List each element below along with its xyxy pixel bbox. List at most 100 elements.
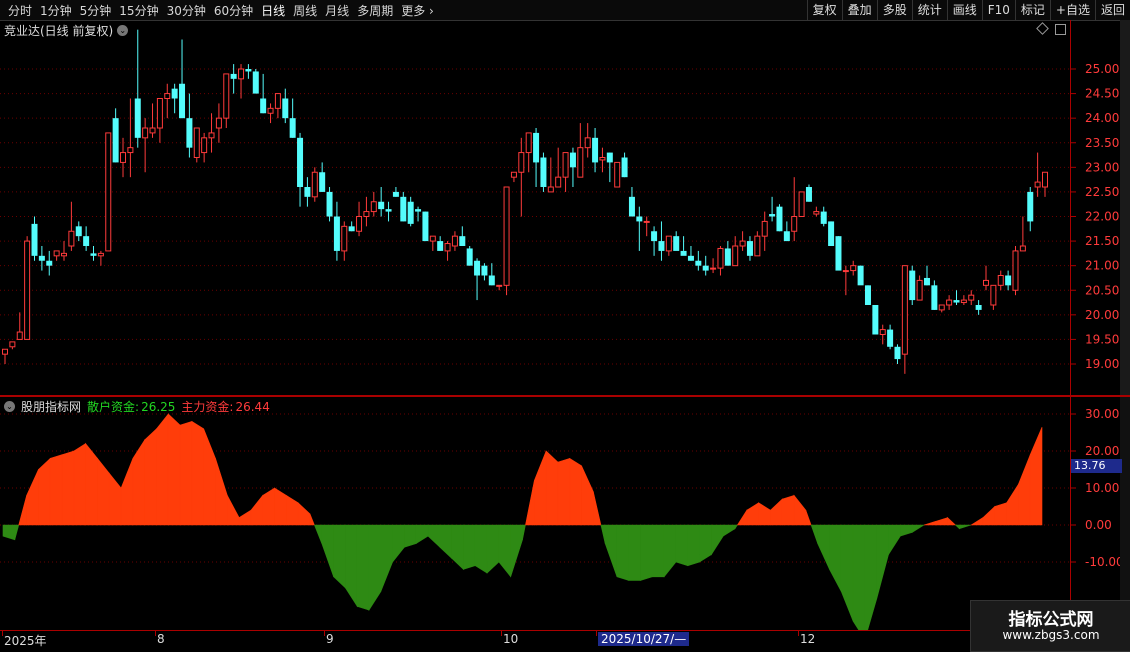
tool-button-7[interactable]: +自选 — [1049, 0, 1095, 20]
candle — [474, 258, 481, 301]
candle-body — [555, 176, 562, 188]
indicator-area — [616, 524, 630, 581]
period-tab-1[interactable]: 1分钟 — [36, 2, 76, 19]
indicator-area — [994, 502, 1007, 526]
indicator-area — [817, 524, 830, 570]
period-tab-2[interactable]: 5分钟 — [76, 2, 116, 19]
candle — [916, 275, 923, 301]
candle — [356, 201, 363, 237]
candle — [739, 231, 746, 251]
candle — [665, 235, 672, 256]
indicator-area — [227, 495, 240, 526]
indicator-area — [888, 524, 901, 556]
candle-body — [975, 305, 982, 310]
candle-body — [297, 137, 304, 187]
tool-buttons: 复权 叠加 多股 统计 画线 F10 标记 +自选 返回 — [806, 0, 1130, 20]
tool-button-2[interactable]: 多股 — [876, 0, 912, 20]
candle — [378, 187, 385, 217]
candle — [38, 246, 45, 271]
indicator-area — [380, 524, 393, 592]
price-tick-label: 19.50 — [1085, 332, 1119, 346]
tool-button-4[interactable]: 画线 — [946, 0, 982, 20]
indicator-area — [38, 457, 51, 526]
candle-body — [356, 216, 363, 232]
indicator-area — [321, 524, 334, 577]
candle — [975, 300, 982, 315]
indicator-area — [97, 457, 110, 526]
indicator-area — [297, 502, 311, 526]
tool-button-1[interactable]: 叠加 — [841, 0, 877, 20]
tool-button-3[interactable]: 统计 — [911, 0, 947, 20]
indicator-area — [415, 524, 429, 545]
candle-body — [599, 157, 606, 161]
indicator-area — [451, 524, 464, 571]
candle — [348, 221, 355, 232]
candle — [938, 304, 945, 313]
candle — [680, 236, 687, 256]
candle-body — [46, 260, 53, 266]
period-tab-7[interactable]: 周线 — [289, 2, 321, 19]
candle — [311, 167, 318, 202]
period-tab-10[interactable]: 更多 › — [397, 2, 438, 19]
indicator-area — [557, 457, 571, 526]
price-tick-label: 23.00 — [1085, 160, 1119, 174]
candle — [1042, 171, 1048, 197]
candle — [562, 152, 569, 192]
period-tab-4[interactable]: 30分钟 — [163, 2, 210, 19]
date-tick — [2, 631, 3, 636]
period-tab-6[interactable]: 日线 — [257, 2, 289, 19]
candle — [901, 265, 908, 374]
indicator-area — [85, 442, 98, 526]
candle — [127, 98, 134, 178]
candle-body — [628, 196, 635, 217]
candle-body — [850, 265, 857, 272]
ind-tick-label: 0.00 — [1085, 518, 1112, 532]
tool-button-0[interactable]: 复权 — [806, 0, 842, 20]
candle-body — [717, 247, 724, 269]
candle-body — [164, 93, 171, 100]
period-tab-0[interactable]: 分时 — [4, 2, 36, 19]
tool-button-6[interactable]: 标记 — [1014, 0, 1050, 20]
candle-body — [982, 279, 989, 286]
candle — [584, 123, 591, 158]
indicator-area — [935, 517, 948, 526]
candle-body — [724, 248, 731, 266]
candle — [754, 231, 761, 257]
candle — [769, 196, 776, 222]
candle — [1012, 246, 1019, 296]
period-tab-8[interactable]: 月线 — [321, 2, 353, 19]
period-tab-5[interactable]: 60分钟 — [210, 2, 257, 19]
indicator-area — [600, 524, 606, 544]
candlestick-chart[interactable] — [0, 20, 1070, 395]
indicator-area — [734, 524, 738, 530]
candle-body — [577, 147, 584, 178]
date-tick — [596, 631, 597, 636]
period-tab-9[interactable]: 多周期 — [353, 2, 397, 19]
candle — [909, 265, 916, 305]
tool-button-5[interactable]: F10 — [981, 0, 1015, 20]
candle-body — [864, 285, 871, 305]
candle-body — [400, 196, 407, 222]
candle-body — [946, 299, 953, 306]
price-tick-label: 25.00 — [1085, 62, 1119, 76]
tool-button-8[interactable]: 返回 — [1094, 0, 1130, 20]
candle — [510, 171, 517, 183]
candle — [142, 118, 149, 173]
candle — [24, 236, 31, 340]
price-tick-label: 21.00 — [1085, 259, 1119, 273]
date-tick — [798, 631, 799, 636]
candle — [186, 93, 193, 158]
indicator-chart[interactable] — [0, 397, 1070, 630]
candle — [577, 123, 584, 178]
candle-body — [83, 236, 90, 246]
indicator-area — [463, 524, 476, 570]
candle — [363, 196, 370, 227]
indicator-area — [810, 524, 818, 544]
period-tab-3[interactable]: 15分钟 — [115, 2, 162, 19]
indicator-area — [736, 509, 748, 526]
candle-body — [304, 187, 311, 197]
indicator-area — [132, 438, 145, 526]
candle-body — [223, 73, 230, 119]
candle — [120, 137, 127, 178]
price-tick-label: 20.00 — [1085, 308, 1119, 322]
